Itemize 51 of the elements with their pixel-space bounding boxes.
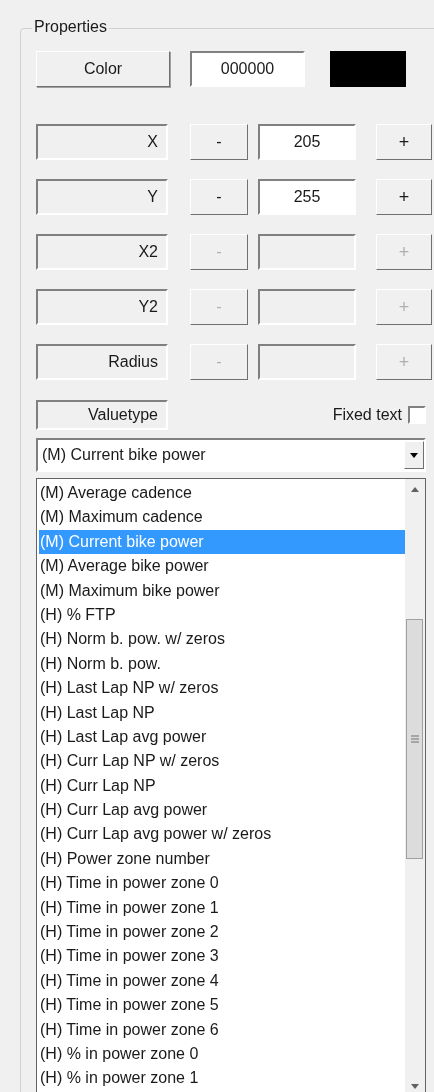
list-item[interactable]: (H) Last Lap NP w/ zeros [39, 676, 405, 701]
list-item[interactable]: (H) Time in power zone 4 [39, 968, 405, 994]
list-item[interactable]: (M) Average bike power [39, 554, 405, 579]
dropdown-button[interactable] [404, 441, 424, 469]
scroll-up-icon [411, 487, 419, 492]
list-item[interactable]: (H) Time in power zone 5 [39, 993, 405, 1018]
number-field[interactable]: 255 [258, 179, 356, 215]
number-field[interactable] [258, 289, 356, 325]
list-item[interactable]: (H) % in power zone 0 [39, 1042, 405, 1067]
list-item[interactable]: (H) Norm b. pow. [39, 651, 405, 677]
fixed-text-checkbox[interactable] [408, 406, 426, 424]
list-item[interactable]: (H) Time in power zone 3 [39, 944, 405, 969]
list-item[interactable]: (H) Curr Lap avg power w/ zeros [39, 822, 405, 847]
field-label: X2 [36, 234, 168, 270]
hex-field[interactable]: 000000 [190, 50, 305, 87]
list-item[interactable]: (M) Maximum bike power [39, 578, 405, 603]
scroll-down-icon [411, 1084, 419, 1089]
field-label: Y2 [36, 289, 168, 325]
list-item[interactable]: (M) Average cadence [39, 481, 405, 506]
field-label: Y [36, 179, 168, 215]
list-item[interactable]: (H) % FTP [39, 602, 405, 628]
field-label: Radius [36, 344, 168, 380]
valuetype-combobox[interactable]: (M) Current bike power [36, 438, 426, 472]
list-item[interactable]: (H) Curr Lap NP w/ zeros [39, 749, 405, 774]
valuetype-label: Valuetype [36, 400, 168, 430]
field-label: X [36, 124, 168, 160]
list-item[interactable]: (H) Norm b. pow. w/ zeros [39, 627, 405, 652]
list-item[interactable]: (H) Time in power zone 6 [39, 1017, 405, 1042]
list-item[interactable]: (H) % in power zone 1 [39, 1066, 405, 1091]
number-field[interactable] [258, 344, 356, 380]
color-button[interactable]: Color [36, 50, 170, 87]
list-item[interactable]: (H) Curr Lap NP [39, 773, 405, 799]
list-item[interactable]: (H) Time in power zone 2 [39, 920, 405, 945]
scroll-thumb[interactable] [406, 619, 423, 859]
scrollbar[interactable] [405, 479, 425, 1092]
plus-button[interactable]: + [376, 179, 432, 215]
fixed-text-label: Fixed text [332, 405, 402, 425]
list-item[interactable]: (H) Power zone number [39, 846, 405, 872]
number-field[interactable]: 205 [258, 124, 356, 160]
list-item[interactable]: (H) Time in power zone 0 [39, 871, 405, 896]
grip-icon [410, 735, 419, 743]
list-item[interactable]: (H) Curr Lap avg power [39, 798, 405, 823]
caret-icon [410, 452, 418, 458]
list-item[interactable]: (M) Maximum cadence [39, 505, 405, 530]
list-item[interactable]: (H) Last Lap NP [39, 700, 405, 725]
minus-button[interactable]: - [190, 124, 248, 160]
minus-button[interactable]: - [190, 179, 248, 215]
number-field[interactable] [258, 234, 356, 270]
list-item[interactable]: (H) Last Lap avg power [39, 724, 405, 750]
plus-button[interactable]: + [376, 124, 432, 160]
list-item[interactable]: (H) Time in power zone 1 [39, 895, 405, 921]
